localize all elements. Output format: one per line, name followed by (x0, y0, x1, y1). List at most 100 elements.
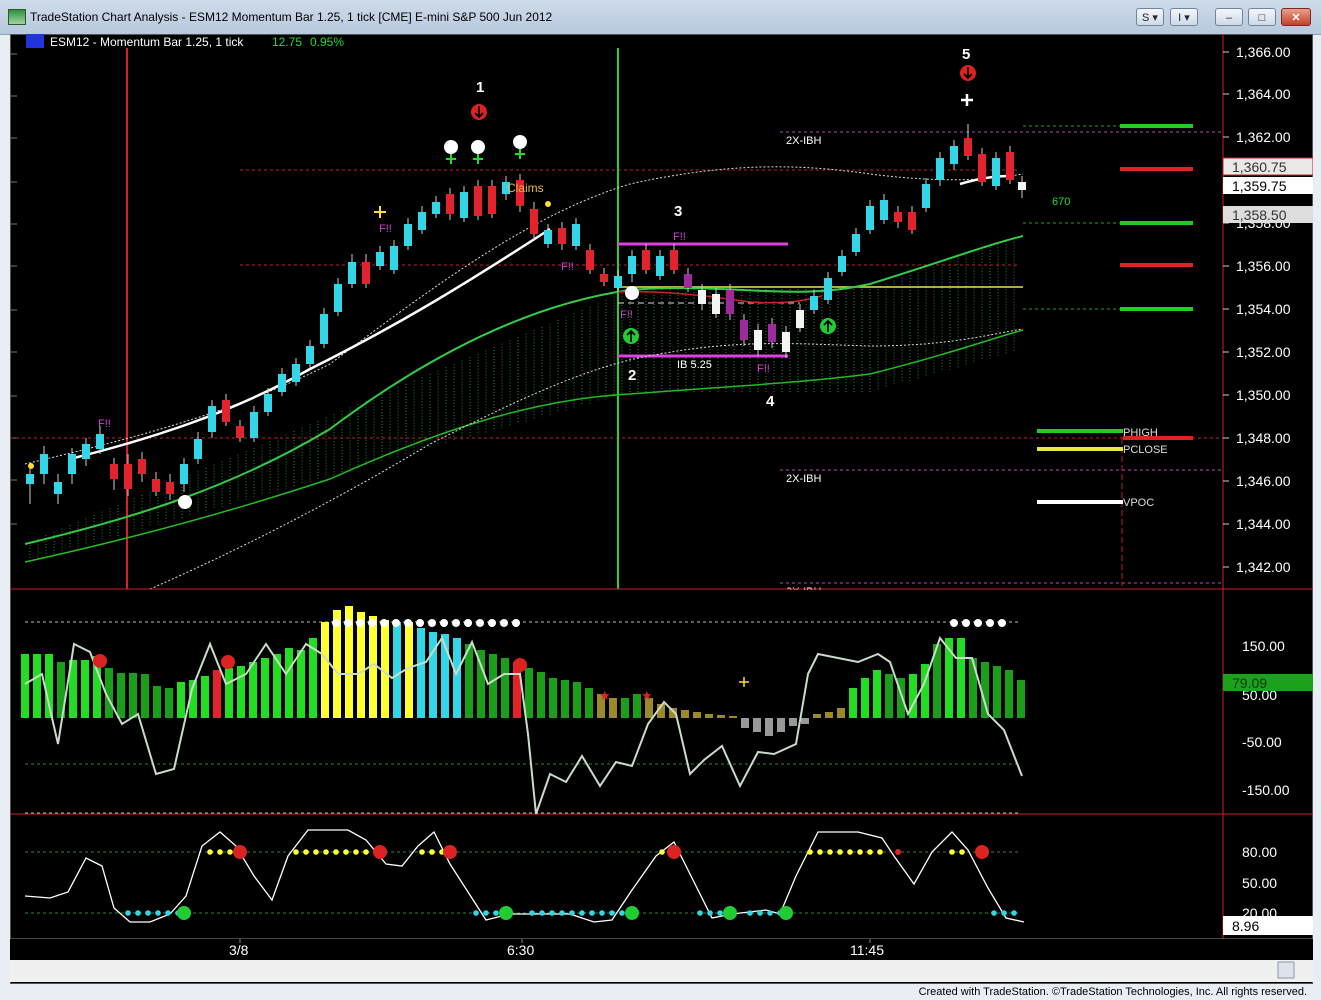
stochastic-dot (419, 849, 425, 855)
time-label: 3/8 (229, 942, 249, 958)
ibh-label-bottom: 2X-IBH (786, 473, 822, 485)
momentum-tick: -150.00 (1242, 782, 1290, 798)
svg-text:★: ★ (641, 688, 653, 703)
stochastic-dot (549, 910, 555, 916)
stochastic-dot (559, 910, 565, 916)
momentum-bar (501, 658, 509, 718)
candle-body (880, 200, 888, 220)
stochastic-dot (667, 845, 681, 859)
candle-body (684, 274, 692, 288)
stochastic-dot (857, 849, 863, 855)
price-tick: 1,362.00 (1236, 129, 1291, 145)
white-dot (404, 619, 412, 627)
white-dot (464, 619, 472, 627)
momentum-bar (969, 658, 977, 718)
stochastic-dot (177, 906, 191, 920)
stochastic-dot (473, 910, 479, 916)
candle-body (838, 256, 846, 272)
price-tick: 1,366.00 (1236, 44, 1291, 60)
candle-body (964, 138, 972, 156)
stochastic-dot (1011, 910, 1017, 916)
candle-body (404, 224, 412, 246)
stochastic-dot (135, 910, 141, 916)
momentum-bar (225, 668, 233, 718)
lower-green-band (24, 329, 1024, 563)
candle-body (586, 250, 594, 270)
candle-body (208, 406, 216, 432)
stochastic-dot (707, 910, 713, 916)
candle-body (936, 158, 944, 180)
candle-body (824, 278, 832, 300)
momentum-bar (777, 718, 785, 732)
window-titlebar[interactable]: TradeStation Chart Analysis - ESM12 Mome… (0, 0, 1321, 35)
candle-body (600, 274, 608, 282)
momentum-bar (489, 654, 497, 718)
stochastic-dot (697, 910, 703, 916)
price-tick: 1,354.00 (1236, 301, 1291, 317)
stochastic-tick: 80.00 (1242, 844, 1277, 860)
candle-body (68, 454, 76, 474)
change-percent: 0.95% (310, 35, 344, 49)
momentum-bar (801, 718, 809, 724)
stochastic-dot (293, 849, 299, 855)
white-dot (428, 619, 436, 627)
candle-body (488, 186, 496, 214)
momentum-bar (429, 632, 437, 718)
wave-label-4: 4 (766, 393, 775, 410)
maximize-button[interactable]: □ (1248, 8, 1276, 26)
white-dot (500, 619, 508, 627)
candle-body (544, 230, 552, 244)
candle-body (852, 234, 860, 252)
stochastic-dot (165, 910, 171, 916)
stochastic-dot (207, 849, 213, 855)
reference-lines (10, 125, 1223, 586)
stochastic-dot (767, 910, 773, 916)
ibh-label-top: 2X-IBH (786, 135, 822, 147)
wave-label-5: 5 (962, 46, 970, 63)
horizontal-scrollbar[interactable] (10, 960, 1313, 982)
stochastic-dot (155, 910, 161, 916)
price-tag-white-text: 1,359.75 (1232, 178, 1287, 194)
green-plus-markers (446, 149, 525, 164)
momentum-bar (537, 672, 545, 718)
candle-body (908, 212, 916, 230)
stochastic-dot (443, 845, 457, 859)
stochastic-dot (949, 849, 955, 855)
candle-body (670, 250, 678, 270)
momentum-bar (957, 638, 965, 718)
white-dot (512, 619, 520, 627)
momentum-pane: ★ ★ (21, 606, 1025, 815)
momentum-bar (717, 715, 725, 718)
momentum-bar (885, 674, 893, 718)
chart-canvas[interactable]: ESM12 - Momentum Bar 1.25, 1 tick 12.75 … (10, 34, 1313, 984)
white-dot (332, 619, 340, 627)
momentum-bar (741, 718, 749, 728)
momentum-bar (201, 676, 209, 718)
s-menu-button[interactable]: S ▾ (1136, 8, 1164, 26)
white-dot (488, 619, 496, 627)
stochastic-dot (817, 849, 823, 855)
white-dot (344, 619, 352, 627)
momentum-bar (453, 638, 461, 718)
time-axis: 3/8 6:30 11:45 (10, 939, 1313, 960)
candle-body (642, 250, 650, 270)
minimize-button[interactable]: – (1215, 8, 1243, 26)
candle-body (236, 426, 244, 438)
stochastic-dot (847, 849, 853, 855)
i-menu-button[interactable]: I ▾ (1170, 8, 1198, 26)
close-button[interactable]: ✕ (1281, 8, 1311, 26)
fi-label: F!! (561, 261, 574, 273)
price-tick: 1,364.00 (1236, 86, 1291, 102)
price-tick: 1,352.00 (1236, 344, 1291, 360)
stochastic-dot (217, 849, 223, 855)
momentum-bar (729, 716, 737, 718)
candle-body (460, 192, 468, 218)
momentum-bar (1005, 670, 1013, 718)
stochastic-dot (717, 910, 723, 916)
stochastic-axis: 80.00 50.00 20.00 8.96 (1223, 844, 1313, 935)
momentum-bar (261, 658, 269, 718)
candle-body (572, 224, 580, 246)
momentum-bar (573, 682, 581, 718)
candle-body (1006, 152, 1014, 180)
candle-body (376, 252, 384, 266)
